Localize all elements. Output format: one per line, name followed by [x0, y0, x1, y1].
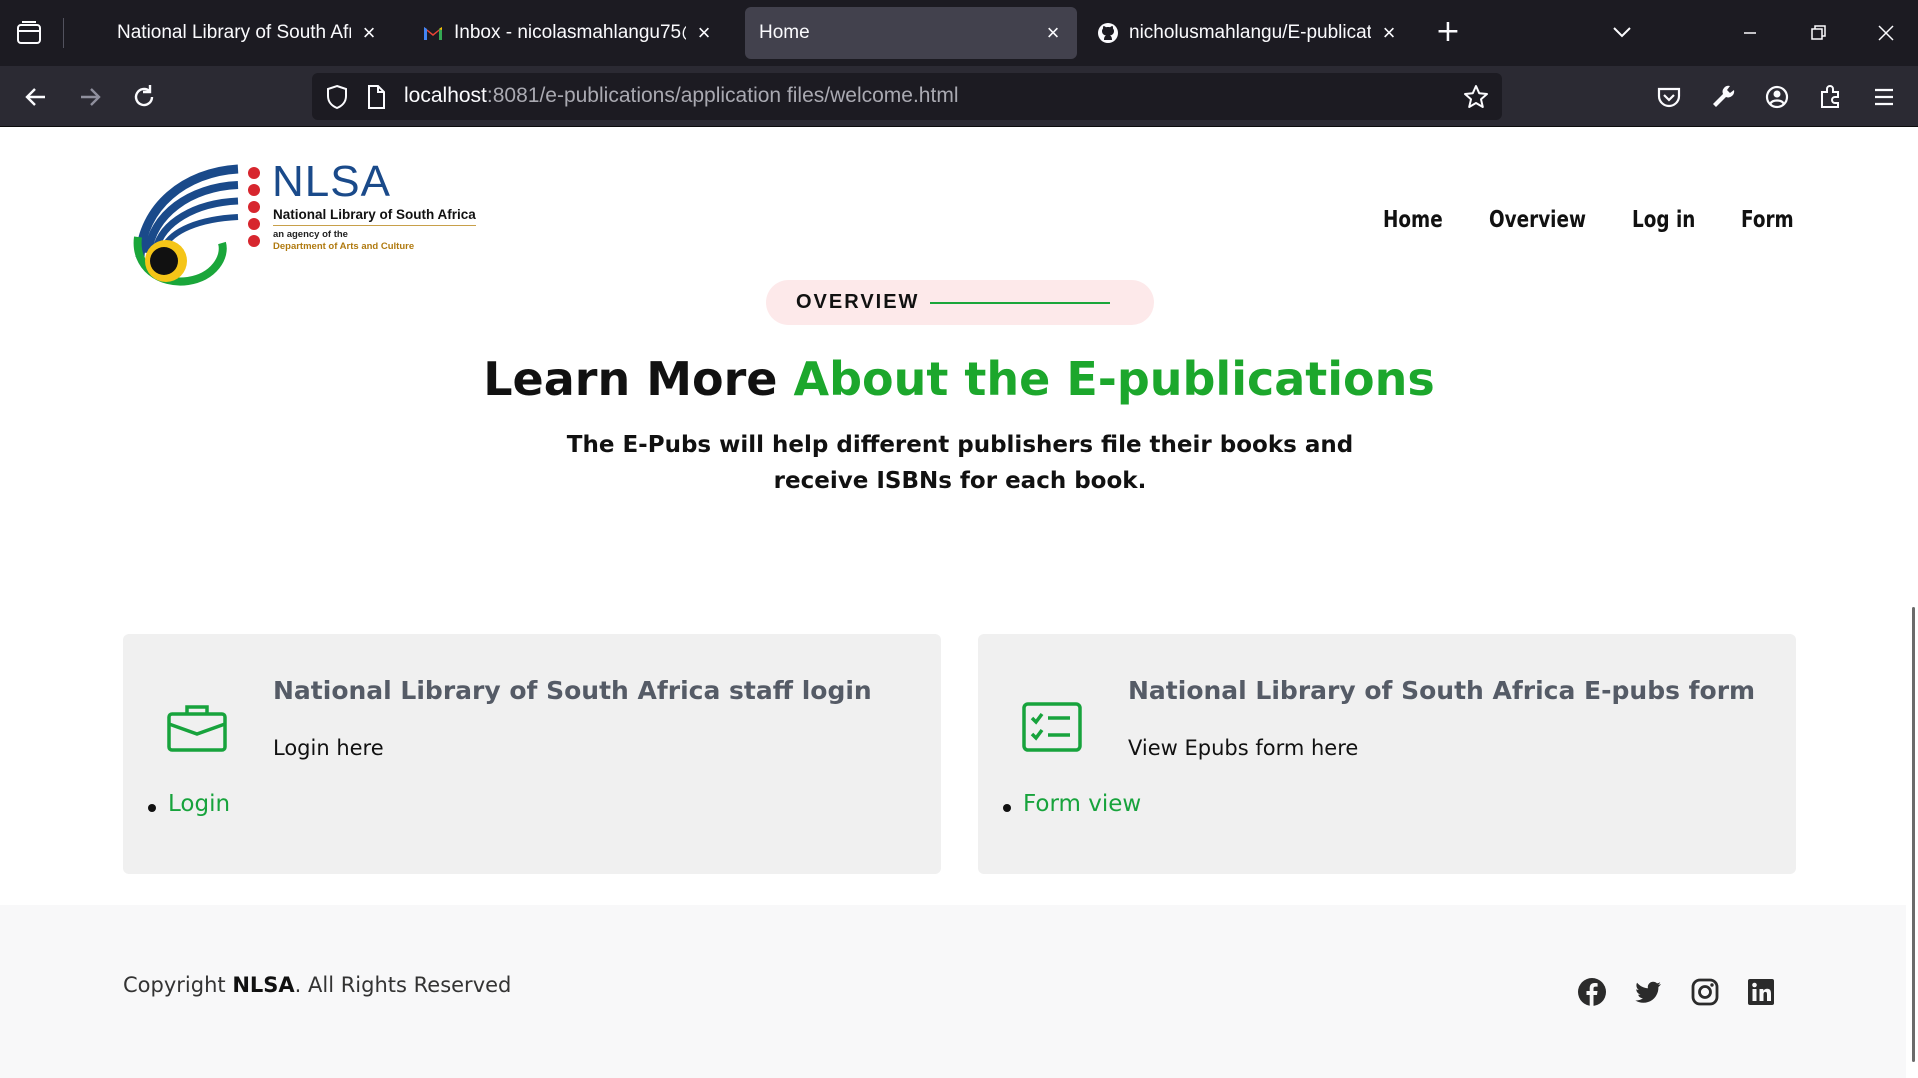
minimize-icon[interactable]	[1730, 18, 1770, 48]
nav-form[interactable]: Form	[1741, 207, 1794, 233]
web-page: NLSA National Library of South Africa an…	[0, 127, 1906, 1078]
wrench-icon[interactable]	[1704, 78, 1742, 116]
logo-divider	[273, 225, 476, 226]
copyright-prefix: Copyright	[123, 973, 226, 997]
tab-label: National Library of South Africa	[117, 22, 351, 43]
gmail-icon	[424, 27, 442, 40]
nlsa-emblem-icon	[133, 164, 260, 286]
firefox-view-icon[interactable]	[14, 20, 44, 46]
close-window-icon[interactable]	[1866, 18, 1906, 48]
card-subtitle: View Epubs form here	[1128, 736, 1359, 760]
card-subtitle: Login here	[273, 736, 384, 760]
tab-inbox[interactable]: Inbox - nicolasmahlangu75@gmail.com ×	[408, 7, 728, 59]
form-view-link[interactable]: Form view	[1023, 791, 1141, 817]
card-title: National Library of South Africa E-pubs …	[1128, 676, 1756, 705]
list-bullet	[148, 804, 156, 812]
logo-department: Department of Arts and Culture	[273, 241, 415, 252]
nlsa-logo[interactable]: NLSA National Library of South Africa an…	[130, 157, 490, 287]
page-title: Learn More About the E-publications	[0, 352, 1918, 406]
card-title: National Library of South Africa staff l…	[273, 676, 872, 705]
page-title-dark: Learn More	[483, 352, 778, 406]
forward-arrow-icon[interactable]	[71, 78, 109, 116]
tab-home[interactable]: Home ×	[745, 7, 1077, 59]
briefcase-icon	[167, 705, 227, 752]
staff-login-card: National Library of South Africa staff l…	[123, 634, 941, 874]
logo-full-name: National Library of South Africa	[273, 207, 476, 222]
close-icon[interactable]: ×	[1379, 20, 1399, 46]
account-icon[interactable]	[1758, 78, 1796, 116]
pill-divider	[930, 302, 1110, 304]
close-icon[interactable]: ×	[694, 20, 714, 46]
linkedin-icon[interactable]	[1746, 977, 1776, 1007]
tab-separator	[63, 18, 64, 48]
tab-nlsa[interactable]: National Library of South Africa ×	[103, 7, 393, 59]
url-path: :8081/e-publications/application files/w…	[486, 84, 959, 107]
logo-abbreviation: NLSA	[272, 157, 391, 206]
url-host: localhost	[404, 84, 487, 107]
page-icon	[368, 85, 385, 109]
close-icon[interactable]: ×	[359, 20, 379, 46]
nav-login[interactable]: Log in	[1632, 207, 1695, 233]
back-arrow-icon[interactable]	[17, 78, 55, 116]
instagram-icon[interactable]	[1690, 977, 1720, 1007]
section-pill: OVERVIEW	[766, 280, 1154, 325]
reload-icon[interactable]	[125, 78, 163, 116]
browser-nav-bar: localhost:8081/e-publications/applicatio…	[0, 66, 1918, 127]
scrollbar-thumb[interactable]	[1912, 607, 1915, 1062]
bookmark-star-icon[interactable]	[1462, 83, 1490, 111]
login-link[interactable]: Login	[168, 791, 230, 817]
pocket-icon[interactable]	[1650, 78, 1688, 116]
new-tab-button[interactable]: +	[1430, 14, 1466, 50]
menu-icon[interactable]	[1865, 78, 1903, 116]
tab-label: Home	[759, 22, 810, 43]
chevron-down-icon[interactable]	[1604, 18, 1640, 48]
close-icon[interactable]: ×	[1043, 20, 1063, 46]
github-icon	[1098, 23, 1118, 43]
tab-label: Inbox - nicolasmahlangu75@gmail.com	[454, 22, 686, 43]
nav-home[interactable]: Home	[1383, 207, 1443, 233]
footer: Copyright NLSA. All Rights Reserved	[0, 905, 1906, 1078]
list-bullet	[1003, 804, 1011, 812]
shield-icon[interactable]	[324, 83, 350, 111]
logo-agency: an agency of the	[273, 229, 348, 240]
tab-github[interactable]: nicholusmahlangu/E-publications ×	[1083, 7, 1413, 59]
intro-text: The E-Pubs will help different publisher…	[566, 432, 1354, 494]
copyright-text: Copyright NLSA. All Rights Reserved	[123, 973, 511, 997]
checklist-icon	[1022, 702, 1082, 752]
nav-overview[interactable]: Overview	[1489, 207, 1586, 233]
url-text[interactable]: localhost:8081/e-publications/applicatio…	[404, 84, 958, 108]
copyright-brand: NLSA	[232, 973, 295, 997]
tab-label: nicholusmahlangu/E-publications	[1129, 22, 1371, 43]
facebook-icon[interactable]	[1577, 977, 1607, 1007]
copyright-suffix: . All Rights Reserved	[294, 973, 512, 997]
epubs-form-card: National Library of South Africa E-pubs …	[978, 634, 1796, 874]
section-pill-label: OVERVIEW	[796, 291, 920, 313]
address-bar[interactable]: localhost:8081/e-publications/applicatio…	[312, 73, 1502, 120]
page-title-green: About the E-publications	[793, 352, 1435, 406]
restore-icon[interactable]	[1798, 18, 1838, 48]
browser-tab-bar: National Library of South Africa × Inbox…	[0, 0, 1918, 66]
extensions-icon[interactable]	[1812, 78, 1850, 116]
twitter-icon[interactable]	[1633, 977, 1663, 1007]
